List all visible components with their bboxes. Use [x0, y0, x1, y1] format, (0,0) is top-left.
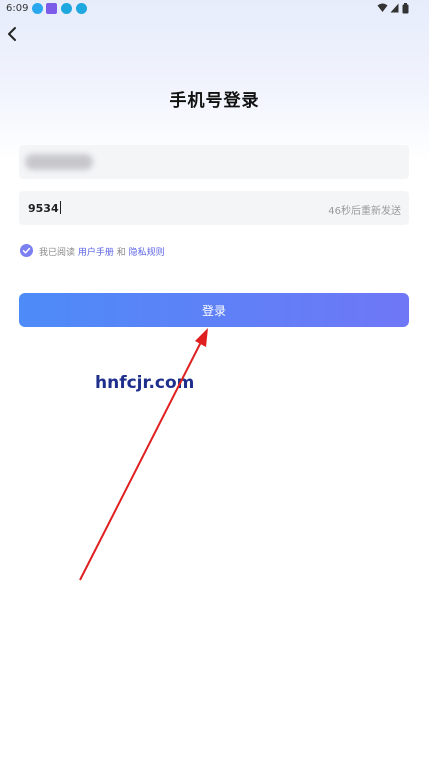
red-arrow-annotation	[79, 328, 208, 581]
